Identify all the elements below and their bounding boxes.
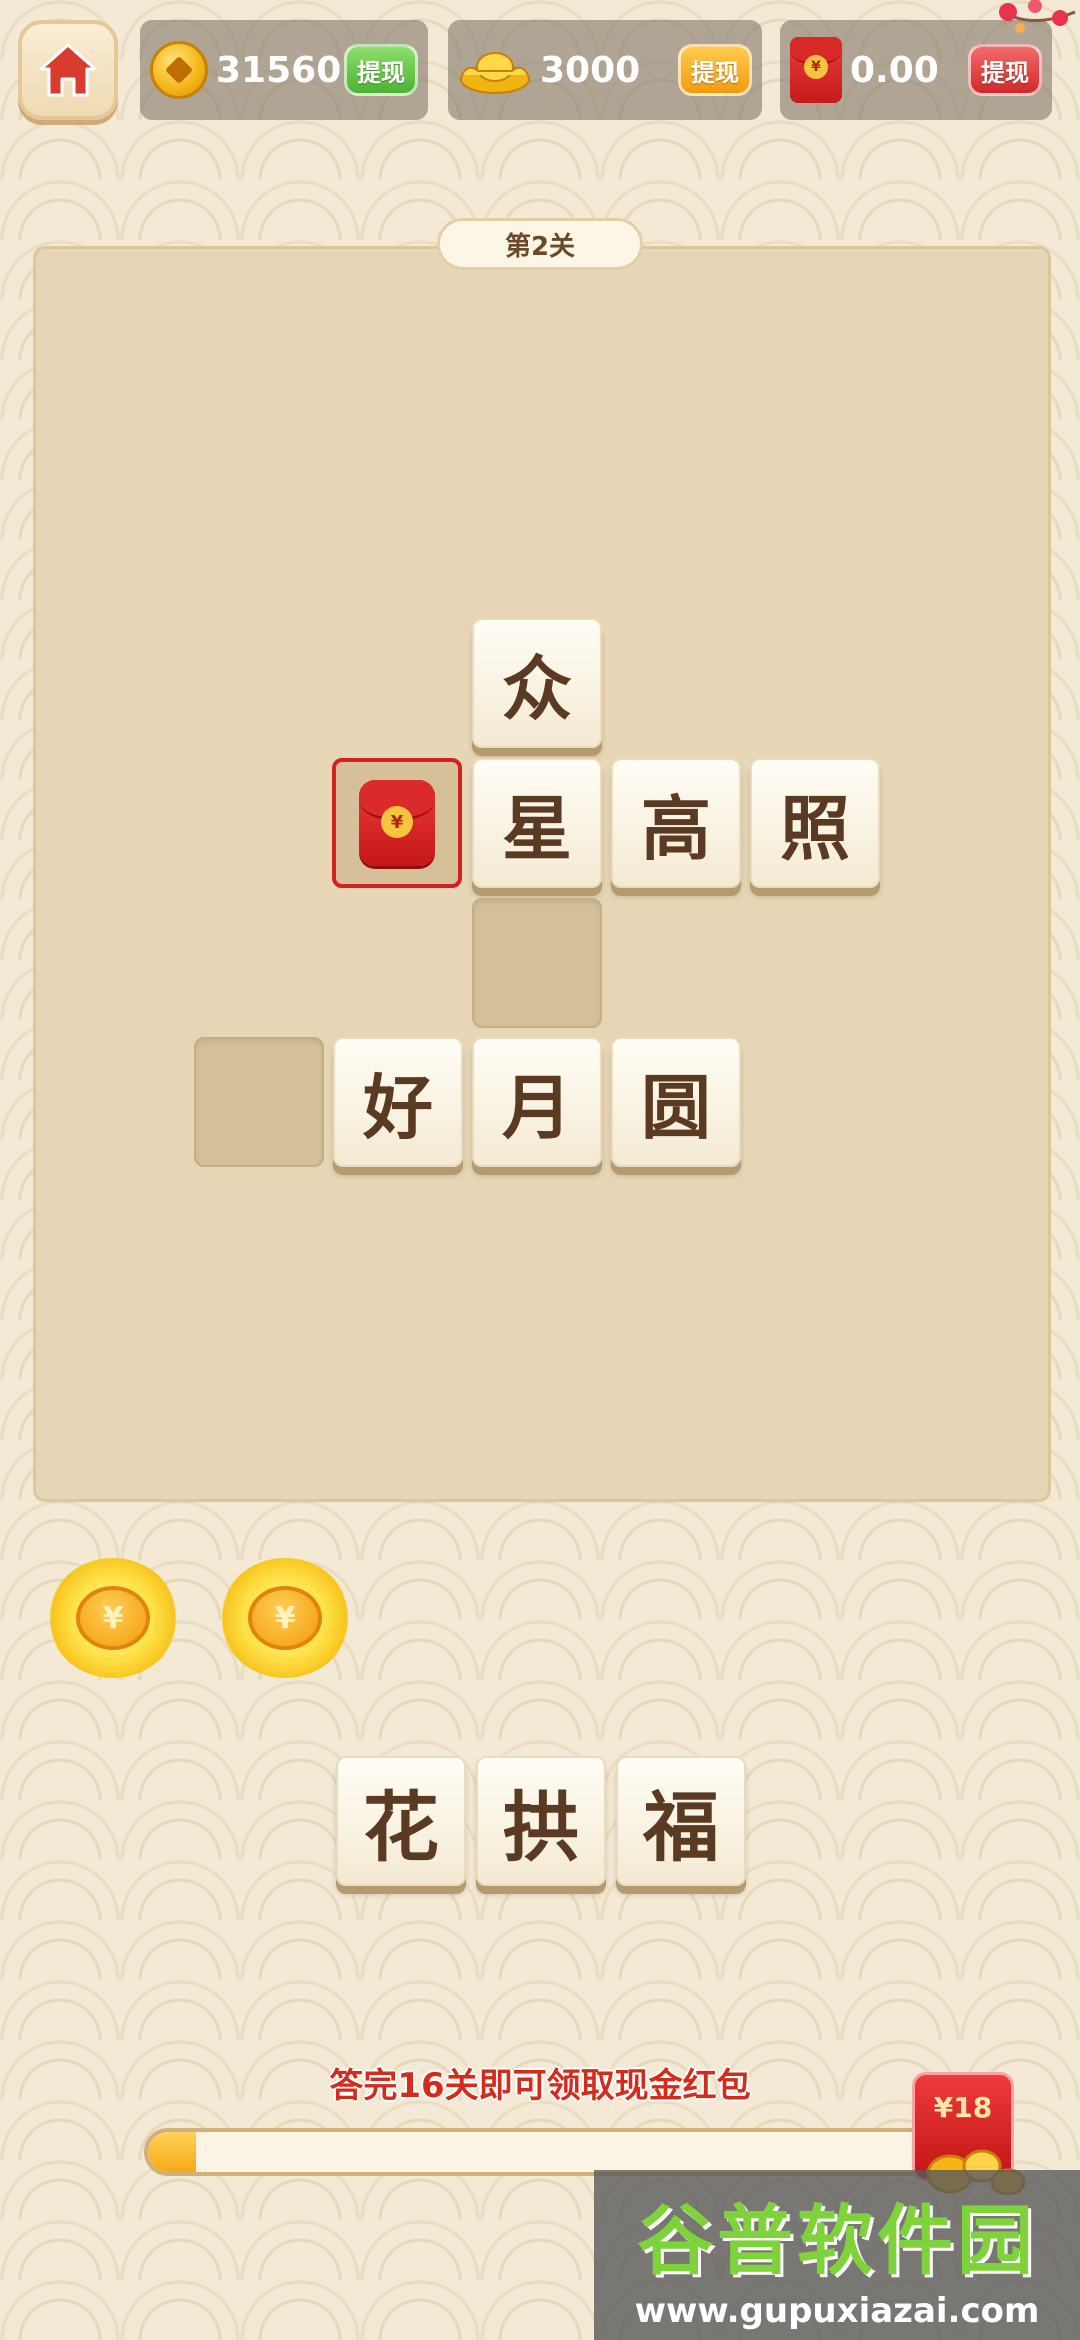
level-label: 第2关 — [437, 218, 643, 270]
coin-icon: ¥ — [76, 1586, 150, 1650]
hint-coin-button[interactable]: ¥ — [220, 1558, 350, 1678]
ingot-balance-panel: 3000 提现 — [448, 20, 762, 120]
board-tile[interactable]: 高 — [611, 758, 741, 888]
cash-withdraw-button[interactable]: 提现 — [968, 44, 1042, 96]
cash-balance-panel: ¥ 0.00 提现 — [780, 20, 1052, 120]
ingot-balance: 3000 — [540, 49, 641, 91]
home-button[interactable] — [18, 20, 118, 120]
board-tile[interactable]: 月 — [472, 1037, 602, 1167]
board-tile[interactable]: 众 — [472, 618, 602, 748]
cash-balance: 0.00 — [850, 49, 939, 91]
red-envelope-icon: ¥ — [359, 780, 435, 866]
empty-slot[interactable] — [194, 1037, 324, 1167]
home-icon — [39, 43, 97, 97]
red-envelope-icon: ¥ — [790, 37, 842, 103]
selected-empty-slot[interactable]: ¥ — [332, 758, 462, 888]
watermark-url: www.gupuxiazai.com — [634, 2291, 1040, 2331]
candidate-tile[interactable]: 福 — [616, 1756, 746, 1886]
site-watermark: 谷普软件园 www.gupuxiazai.com — [594, 2170, 1080, 2340]
coin-balance: 31560 — [216, 49, 342, 91]
ingot-withdraw-button[interactable]: 提现 — [678, 44, 752, 96]
board-tile[interactable]: 照 — [750, 758, 880, 888]
candidate-tile[interactable]: 拱 — [476, 1756, 606, 1886]
gold-ingot-icon — [460, 52, 530, 94]
hint-coin-button[interactable]: ¥ — [48, 1558, 178, 1678]
coin-balance-panel: 31560 提现 — [140, 20, 428, 120]
level-progress-bar — [144, 2128, 944, 2176]
progress-fill — [148, 2132, 196, 2172]
candidate-tile[interactable]: 花 — [336, 1756, 466, 1886]
board-tile[interactable]: 星 — [472, 758, 602, 888]
empty-slot[interactable] — [472, 898, 602, 1028]
board-tile[interactable]: 圆 — [611, 1037, 741, 1167]
coin-withdraw-button[interactable]: 提现 — [344, 44, 418, 96]
watermark-brand: 谷普软件园 — [637, 2196, 1037, 2285]
board-tile[interactable]: 好 — [333, 1037, 463, 1167]
coin-icon — [150, 41, 208, 99]
coin-icon: ¥ — [248, 1586, 322, 1650]
